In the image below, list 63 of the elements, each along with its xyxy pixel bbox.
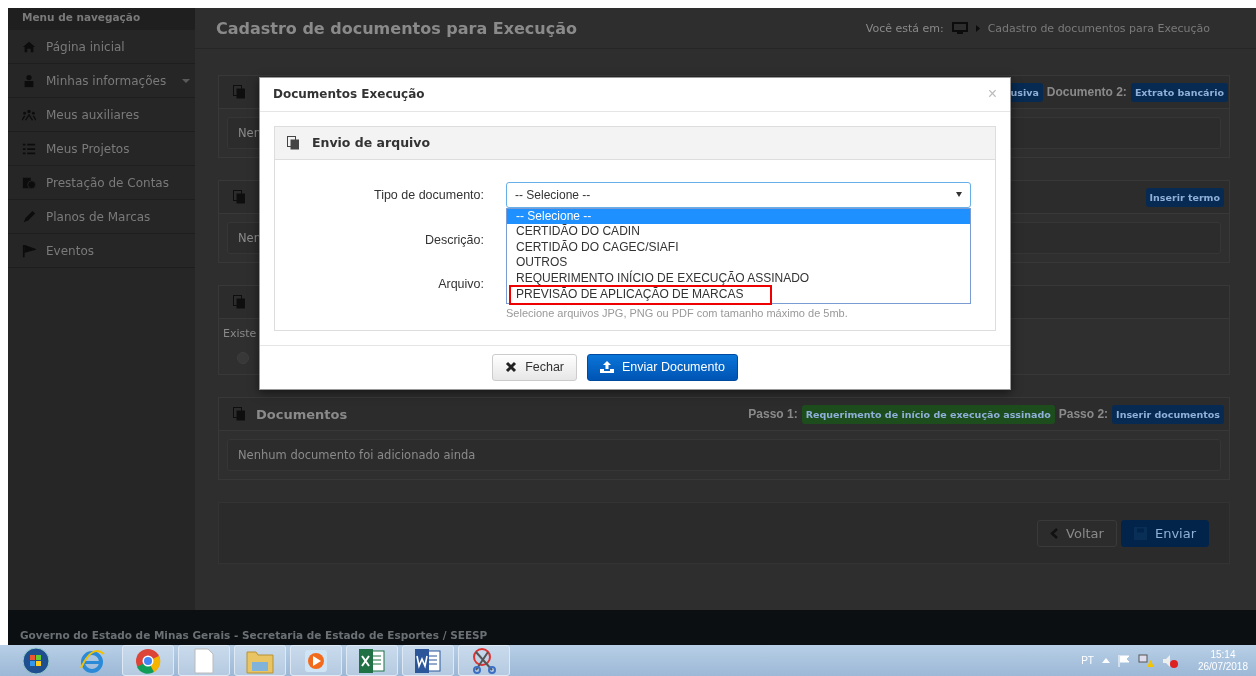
home-icon <box>22 39 36 54</box>
action-button[interactable]: Inserir termo <box>1145 187 1224 207</box>
step-label: Passo 2: <box>1058 407 1109 421</box>
action-button[interactable]: Requerimento de início de execução assinado <box>801 404 1055 424</box>
copy-icon <box>233 407 246 421</box>
copy-icon <box>233 190 246 204</box>
sidebar-item[interactable]: Prestação de Contas <box>8 166 195 200</box>
field-label: Arquivo: <box>437 275 484 293</box>
user-icon <box>22 73 36 88</box>
question-text: Existe <box>223 327 258 340</box>
field-label: Descrição: <box>423 231 484 249</box>
modal-title: Documentos Execução <box>273 87 425 102</box>
close-button[interactable]: Fechar <box>492 353 578 381</box>
action-button[interactable]: Inserir documentos <box>1112 404 1224 424</box>
close-x-icon <box>505 361 518 374</box>
list-icon <box>22 141 36 156</box>
word-processor-icon[interactable] <box>414 647 442 674</box>
network-warning-icon[interactable] <box>1137 653 1154 668</box>
blank-document-icon[interactable] <box>194 647 214 674</box>
back-button[interactable]: Voltar <box>1037 519 1117 547</box>
panel-title: Envio de arquivo <box>312 135 431 151</box>
pencil-icon <box>22 209 36 224</box>
spreadsheet-app-icon[interactable] <box>358 647 386 674</box>
sidebar-title: Menu de navegação <box>8 8 195 30</box>
step-label: Documento 2: <box>1046 85 1127 99</box>
browser-e-icon[interactable] <box>79 647 105 674</box>
document-type-select[interactable]: -- Selecione -- <box>506 181 971 208</box>
start-orb-icon[interactable] <box>22 646 50 675</box>
dropdown-option[interactable]: REQUERIMENTO INÍCIO DE EXECUÇÃO ASSINADO <box>507 270 970 287</box>
dropdown-option[interactable]: CERTIDÃO DO CAGEC/SIAFI <box>507 239 970 256</box>
chevron-left-icon <box>1050 527 1059 539</box>
send-document-button[interactable]: Enviar Documento <box>587 353 738 381</box>
tray-expand-icon[interactable] <box>1101 658 1110 663</box>
dropdown-option[interactable]: -- Selecione -- <box>507 208 970 225</box>
dropdown-option[interactable]: OUTROS <box>507 255 970 271</box>
media-player-icon[interactable] <box>304 648 328 673</box>
people-icon <box>22 107 36 122</box>
caret-icon <box>182 78 191 83</box>
step-label: Passo 1: <box>748 407 798 421</box>
action-button[interactable]: Extrato bancário <box>1130 82 1228 102</box>
scissors-icon[interactable] <box>470 647 498 674</box>
copy-icon <box>233 85 246 99</box>
breadcrumb-label: Você está em: <box>865 21 944 35</box>
flag-icon[interactable] <box>1117 654 1130 667</box>
chrome-browser-icon[interactable] <box>135 647 161 674</box>
flag-icon <box>22 243 36 258</box>
copy-icon <box>233 295 246 309</box>
copy-icon <box>287 135 300 150</box>
speaker-muted-icon[interactable] <box>1161 653 1178 668</box>
info-message: Nenhum documento foi adicionado ainda <box>227 439 1221 471</box>
submit-button[interactable]: Enviar <box>1120 519 1209 547</box>
page-title: Cadastro de documentos para Execução <box>216 18 577 38</box>
panel-title: Documentos <box>256 406 348 422</box>
footer-text: Governo do Estado de Minas Gerais - Secretaria de Estado de Esportes / SEESP <box>20 629 488 641</box>
dropdown-option[interactable]: CERTIDÃO DO CADIN <box>507 224 970 240</box>
upload-icon <box>600 361 615 374</box>
field-label: Tipo de documento: <box>372 186 484 204</box>
dropdown-arrow-icon <box>956 192 962 198</box>
breadcrumb-current: Cadastro de documentos para Execução <box>987 21 1210 35</box>
dropdown-option[interactable]: PREVISÃO DE APLICAÇÃO DE MARCAS <box>511 287 770 303</box>
chevron-icon <box>975 24 980 32</box>
monitor-icon[interactable] <box>951 21 968 35</box>
file-hint-text: Selecione arquivos JPG, PNG ou PDF com tamanho máximo de 5mb. <box>506 306 849 319</box>
